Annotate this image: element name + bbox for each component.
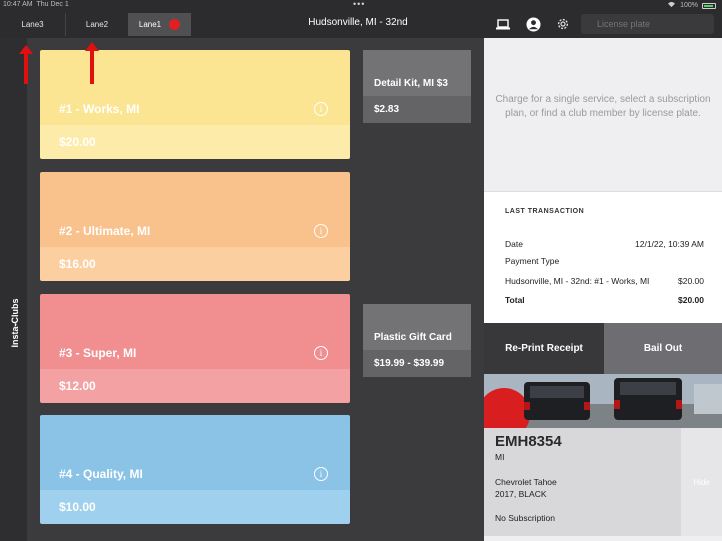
product-gift-card[interactable]: Plastic Gift Card $19.99 - $39.99 — [363, 304, 471, 377]
license-plate-search[interactable] — [581, 14, 714, 34]
vehicle-model: Chevrolet Tahoe — [495, 477, 557, 487]
hide-vehicle-button[interactable]: Hide — [681, 428, 722, 536]
vehicle-subscription: No Subscription — [495, 513, 556, 523]
active-lane-indicator — [169, 19, 181, 30]
vehicle-state: MI — [495, 452, 505, 462]
last-transaction-title: LAST TRANSACTION — [505, 208, 585, 215]
tab-lane1[interactable]: Lane1 — [128, 13, 191, 36]
vehicle-photo — [484, 374, 722, 428]
vehicle-card[interactable]: EMH8354 MI Chevrolet Tahoe 2017, BLACK N… — [484, 428, 681, 536]
gear-icon[interactable] — [555, 16, 571, 32]
service-price: $20.00 — [40, 125, 350, 159]
status-bar: 10:47 AM Thu Dec 1 ••• 100% — [0, 0, 722, 10]
info-icon[interactable]: i — [314, 467, 328, 481]
tab-label: Lane3 — [21, 20, 44, 29]
service-name: #4 - Quality, MI — [59, 467, 143, 481]
multitask-dots[interactable]: ••• — [353, 0, 365, 9]
service-card-quality[interactable]: #4 - Quality, MI i $10.00 — [40, 415, 350, 524]
info-icon[interactable]: i — [314, 102, 328, 116]
tx-item-row: Hudsonville, MI - 32nd: #1 - Works, MI $2… — [505, 276, 704, 286]
service-price: $10.00 — [40, 490, 350, 524]
service-name: #2 - Ultimate, MI — [59, 224, 151, 238]
service-price: $16.00 — [40, 247, 350, 281]
service-price: $12.00 — [40, 369, 350, 403]
tab-lane2[interactable]: Lane2 — [66, 13, 128, 36]
service-name: #1 - Works, MI — [59, 102, 140, 116]
panel-hint: Charge for a single service, select a su… — [495, 94, 711, 119]
reprint-receipt-button[interactable]: Re-Print Receipt — [484, 323, 604, 374]
chevron-right-icon: › — [14, 319, 17, 329]
tx-date-row: Date 12/1/22, 10:39 AM — [505, 239, 704, 249]
annotation-arrow — [85, 42, 99, 84]
right-panel: Charge for a single service, select a su… — [484, 38, 722, 541]
info-icon[interactable]: i — [314, 224, 328, 238]
laptop-icon[interactable] — [495, 16, 511, 32]
insta-clubs-tab[interactable]: Insta-Clubs › — [0, 38, 27, 541]
app-root: 10:47 AM Thu Dec 1 ••• 100% Lane3 Lane2 … — [0, 0, 722, 541]
vehicle-plate: EMH8354 — [495, 433, 562, 450]
action-buttons: Re-Print Receipt Bail Out — [484, 323, 722, 374]
tab-label: Lane1 — [138, 20, 162, 29]
vehicle-year-color: 2017, BLACK — [495, 489, 547, 499]
status-right: 100% — [667, 1, 716, 10]
service-card-works[interactable]: #1 - Works, MI i $20.00 — [40, 50, 350, 159]
product-name: Detail Kit, MI $3 — [363, 50, 471, 96]
tab-lane3[interactable]: Lane3 — [0, 13, 66, 36]
wifi-icon — [667, 1, 676, 10]
service-card-super[interactable]: #3 - Super, MI i $12.00 — [40, 294, 350, 403]
status-time: 10:47 AM Thu Dec 1 — [3, 1, 69, 8]
battery-percent: 100% — [680, 2, 698, 9]
service-name: #3 - Super, MI — [59, 346, 137, 360]
product-price: $2.83 — [363, 96, 471, 123]
info-icon[interactable]: i — [314, 346, 328, 360]
tx-payment-row: Payment Type — [505, 256, 560, 266]
battery-icon — [702, 2, 716, 9]
product-name: Plastic Gift Card — [363, 304, 471, 350]
user-icon[interactable] — [525, 16, 541, 32]
product-detail-kit[interactable]: Detail Kit, MI $3 $2.83 — [363, 50, 471, 123]
top-bar: Lane3 Lane2 Lane1 Hudsonville, MI - 32nd — [0, 10, 722, 38]
service-card-ultimate[interactable]: #2 - Ultimate, MI i $16.00 — [40, 172, 350, 281]
bail-out-button[interactable]: Bail Out — [604, 323, 722, 374]
product-price: $19.99 - $39.99 — [363, 350, 471, 377]
tx-total-row: Total $20.00 — [505, 295, 704, 305]
tab-label: Lane2 — [85, 20, 109, 29]
annotation-arrow — [19, 45, 33, 84]
location-title: Hudsonville, MI - 32nd — [308, 17, 408, 28]
last-transaction: LAST TRANSACTION Date 12/1/22, 10:39 AM P… — [484, 191, 722, 323]
